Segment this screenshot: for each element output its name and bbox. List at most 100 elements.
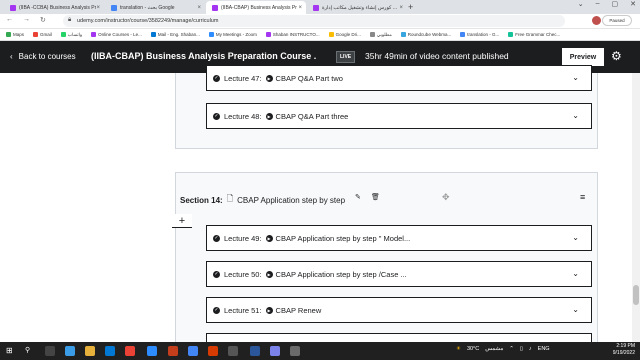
tab-title: (IIBA -CCBA) Business Analysis Pr: [19, 4, 97, 11]
network-icon[interactable]: ▯: [520, 346, 523, 352]
lecture-title: CBAP Renew: [275, 305, 322, 315]
paused-label: Paused: [609, 18, 625, 23]
new-tab-icon[interactable]: +: [408, 2, 413, 12]
course-title: (IIBA-CBAP) Business Analysis Preparatio…: [91, 51, 317, 61]
check-circle-icon: ✓: [213, 270, 220, 278]
close-icon[interactable]: ×: [96, 5, 100, 11]
chevron-down-icon[interactable]: ⌄: [572, 269, 579, 278]
chevron-down-icon[interactable]: ⌄: [578, 0, 584, 8]
weather-text[interactable]: مشمس: [485, 346, 503, 352]
close-icon[interactable]: ×: [197, 5, 201, 11]
close-icon[interactable]: ×: [298, 5, 302, 11]
clock[interactable]: 2:19 PM 9/19/2022: [595, 343, 635, 357]
teams-icon[interactable]: [270, 346, 280, 356]
trash-icon[interactable]: 🗑︎: [371, 193, 380, 201]
back-to-courses-link[interactable]: ‹ Back to courses: [10, 52, 76, 61]
live-badge: LIVE: [336, 51, 356, 63]
bookmark-item[interactable]: Free Grammar Chec...: [508, 32, 560, 37]
drag-handle-icon[interactable]: ✥: [442, 192, 450, 203]
zoom-icon: [208, 32, 214, 37]
preview-button[interactable]: Preview: [562, 48, 604, 66]
browser-tab[interactable]: translation - بحث Google ×: [105, 1, 205, 14]
folder-icon: [369, 32, 375, 37]
language-indicator[interactable]: ENG: [538, 346, 550, 352]
task-view-icon[interactable]: [45, 346, 55, 356]
bookmark-label: Shaban INSTRUCTO...: [272, 32, 320, 37]
check-circle-icon: ✓: [213, 234, 220, 242]
file-explorer-icon[interactable]: [85, 346, 95, 356]
browser-tab[interactable]: (IIBA -CCBA) Business Analysis Pr ×: [4, 1, 104, 14]
chevron-up-icon[interactable]: ⌃: [509, 346, 514, 352]
play-circle-icon: ▶: [265, 74, 273, 82]
lecture-title: CBAP Application step by step /Case ...: [275, 269, 407, 279]
browser-tab[interactable]: كورس إنشاء وتشغيل مكاتب إدارة ... ×: [307, 1, 407, 14]
bookmark-item[interactable]: Maps: [6, 32, 24, 37]
chrome-icon[interactable]: [188, 346, 198, 356]
office-icon[interactable]: [208, 346, 218, 356]
close-icon[interactable]: ×: [399, 5, 403, 11]
chevron-down-icon[interactable]: ⌄: [572, 73, 579, 82]
pencil-icon[interactable]: ✎: [355, 193, 361, 201]
udemy-icon: [313, 4, 319, 11]
zoom-icon[interactable]: [147, 346, 157, 356]
chevron-down-icon[interactable]: ⌄: [572, 233, 579, 242]
lecture-item[interactable]: ✓ Lecture 48: ▶ CBAP Q&A Part three ⌄: [206, 103, 592, 129]
avatar[interactable]: [592, 16, 601, 25]
play-circle-icon: ▶: [265, 234, 273, 242]
bookmark-item[interactable]: Mail - Eng. Shaban...: [150, 32, 200, 37]
maximize-icon[interactable]: ▢: [612, 0, 619, 8]
back-arrow-icon[interactable]: ←: [6, 16, 13, 24]
reload-icon[interactable]: ↻: [40, 16, 46, 24]
chevron-down-icon[interactable]: ⌄: [572, 111, 579, 120]
tab-title: (IIBA-CBAP) Business Analysis Pr: [221, 4, 297, 11]
windows-start-icon[interactable]: ⊞: [6, 346, 13, 355]
app-icon[interactable]: [290, 346, 300, 356]
bookmark-item[interactable]: Google Dri...: [328, 32, 361, 37]
bookmark-label: Online Courses - Le...: [98, 32, 142, 37]
volume-icon[interactable]: ♪: [529, 346, 532, 352]
bookmark-item[interactable]: Shaban INSTRUCTO...: [265, 32, 320, 37]
udemy-icon: [265, 32, 271, 37]
section-title: Section 14: 🗋 CBAP Application step by s…: [180, 193, 345, 207]
bookmark-item[interactable]: واتساب: [60, 32, 82, 38]
play-circle-icon: ▶: [265, 270, 273, 278]
check-circle-icon: ✓: [213, 74, 220, 82]
store-icon[interactable]: [105, 346, 115, 356]
word-icon[interactable]: [250, 346, 260, 356]
browser-tab-active[interactable]: (IIBA-CBAP) Business Analysis Pr ×: [206, 1, 306, 14]
lecture-item[interactable]: ✓ Lecture 49: ▶ CBAP Application step by…: [206, 225, 592, 251]
check-circle-icon: ✓: [213, 306, 220, 314]
temperature[interactable]: 30°C: [467, 346, 479, 352]
bookmark-item[interactable]: Gmail: [33, 32, 52, 37]
chrome-icon[interactable]: [125, 346, 135, 356]
bookmark-item[interactable]: My Meetings - Zoom: [208, 32, 257, 37]
lecture-item[interactable]: ✓ Lecture 47: ▶ CBAP Q&A Part two ⌄: [206, 65, 592, 91]
url-text: udemy.com/instructor/course/3582249/mana…: [77, 18, 219, 24]
bookmark-item[interactable]: translation - G...: [460, 32, 499, 37]
paused-button[interactable]: Paused: [602, 15, 632, 26]
lecture-label: Lecture 49:: [224, 233, 262, 243]
hamburger-menu-icon[interactable]: ≡: [580, 192, 585, 202]
bookmark-label: Google Dri...: [335, 32, 361, 37]
add-curriculum-item-button[interactable]: +: [172, 214, 192, 228]
bookmark-item[interactable]: مطلوبي: [369, 32, 392, 38]
bookmark-item[interactable]: Roundcube Webma...: [400, 32, 451, 37]
url-input[interactable]: 🔒︎ udemy.com/instructor/course/3582249/m…: [63, 15, 565, 27]
document-icon: 🗋: [226, 194, 234, 203]
lecture-item[interactable]: ✓ Lecture 50: ▶ CBAP Application step by…: [206, 261, 592, 287]
chevron-down-icon[interactable]: ⌄: [572, 305, 579, 314]
app-icon[interactable]: [228, 346, 238, 356]
edge-icon[interactable]: [65, 346, 75, 356]
scrollbar-thumb[interactable]: [633, 285, 639, 305]
lecture-item[interactable]: ✓ Lecture 51: ▶ CBAP Renew ⌄: [206, 297, 592, 323]
gear-icon[interactable]: ⚙: [611, 49, 622, 63]
minimize-icon[interactable]: –: [596, 0, 600, 8]
lecture-title: CBAP Application step by step " Model...: [275, 233, 411, 243]
bookmark-item[interactable]: Online Courses - Le...: [91, 32, 142, 37]
search-icon[interactable]: ⚲: [25, 346, 30, 354]
powerpoint-icon[interactable]: [168, 346, 178, 356]
forward-arrow-icon[interactable]: →: [23, 16, 30, 24]
lecture-label: Lecture 47:: [224, 73, 262, 83]
preview-label: Preview: [569, 53, 597, 61]
close-icon[interactable]: ✕: [630, 0, 636, 8]
